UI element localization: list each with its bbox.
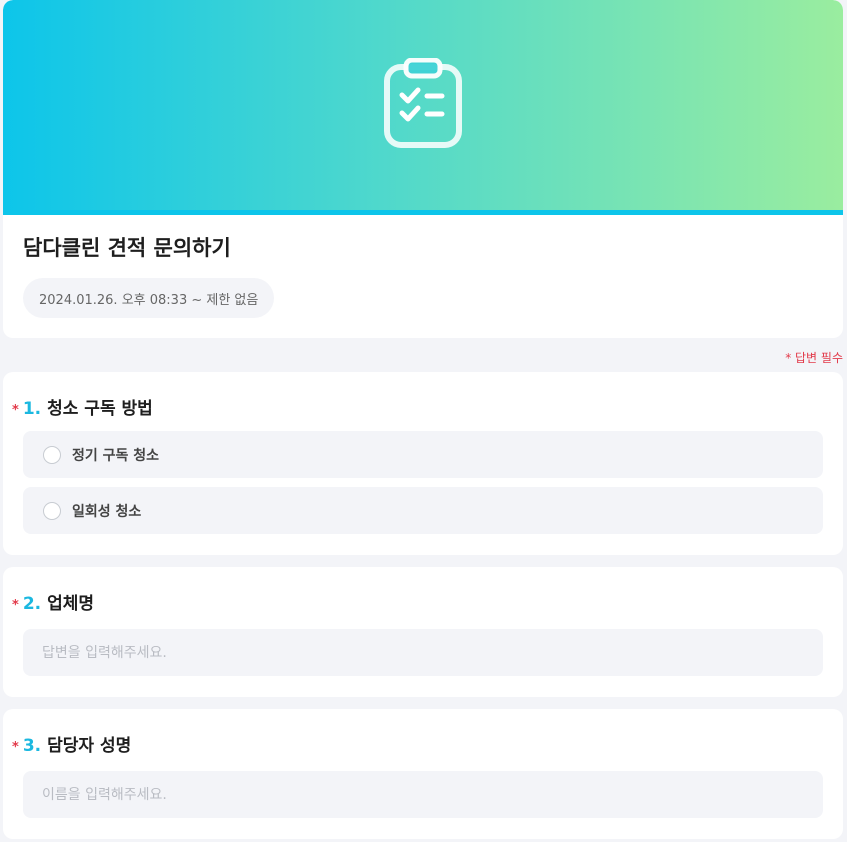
response-period-badge: 2024.01.26. 오후 08:33 ~ 제한 없음: [23, 278, 275, 318]
question-card-subscription-method: * 1. 청소 구독 방법 정기 구독 청소 일회성 청소: [3, 372, 843, 555]
radio-button[interactable]: [43, 501, 61, 520]
question-card-contact-name: * 3. 담당자 성명: [3, 709, 843, 839]
form-title: 담다클린 견적 문의하기: [23, 236, 231, 260]
question-title: * 3. 담당자 성명: [12, 731, 131, 756]
question-number: 1.: [22, 399, 42, 419]
question-title: * 1. 청소 구독 방법: [12, 394, 153, 419]
question-text: 업체명: [47, 594, 95, 614]
option-regular-subscription[interactable]: 정기 구독 청소: [23, 431, 823, 478]
question-text: 청소 구독 방법: [47, 399, 153, 419]
survey-page: 담다클린 견적 문의하기 2024.01.26. 오후 08:33 ~ 제한 없…: [0, 0, 847, 842]
banner-divider: [3, 210, 843, 215]
question-number: 3.: [22, 736, 42, 756]
option-label: 정기 구독 청소: [72, 447, 160, 464]
company-name-input[interactable]: [23, 629, 823, 676]
clipboard-check-icon: [383, 57, 463, 152]
question-number: 2.: [22, 594, 42, 614]
required-answer-note: * 답변 필수: [785, 351, 843, 365]
question-card-company-name: * 2. 업체명: [3, 567, 843, 697]
option-one-time-cleaning[interactable]: 일회성 청소: [23, 487, 823, 534]
required-star: *: [12, 403, 19, 418]
option-label: 일회성 청소: [72, 503, 142, 520]
question-title: * 2. 업체명: [12, 589, 94, 614]
required-star: *: [12, 740, 19, 755]
required-star: *: [12, 598, 19, 613]
contact-name-input[interactable]: [23, 771, 823, 818]
form-header-card: 담다클린 견적 문의하기 2024.01.26. 오후 08:33 ~ 제한 없…: [3, 0, 843, 338]
radio-button[interactable]: [43, 445, 61, 464]
question-text: 담당자 성명: [47, 736, 132, 756]
header-banner: [3, 0, 843, 210]
